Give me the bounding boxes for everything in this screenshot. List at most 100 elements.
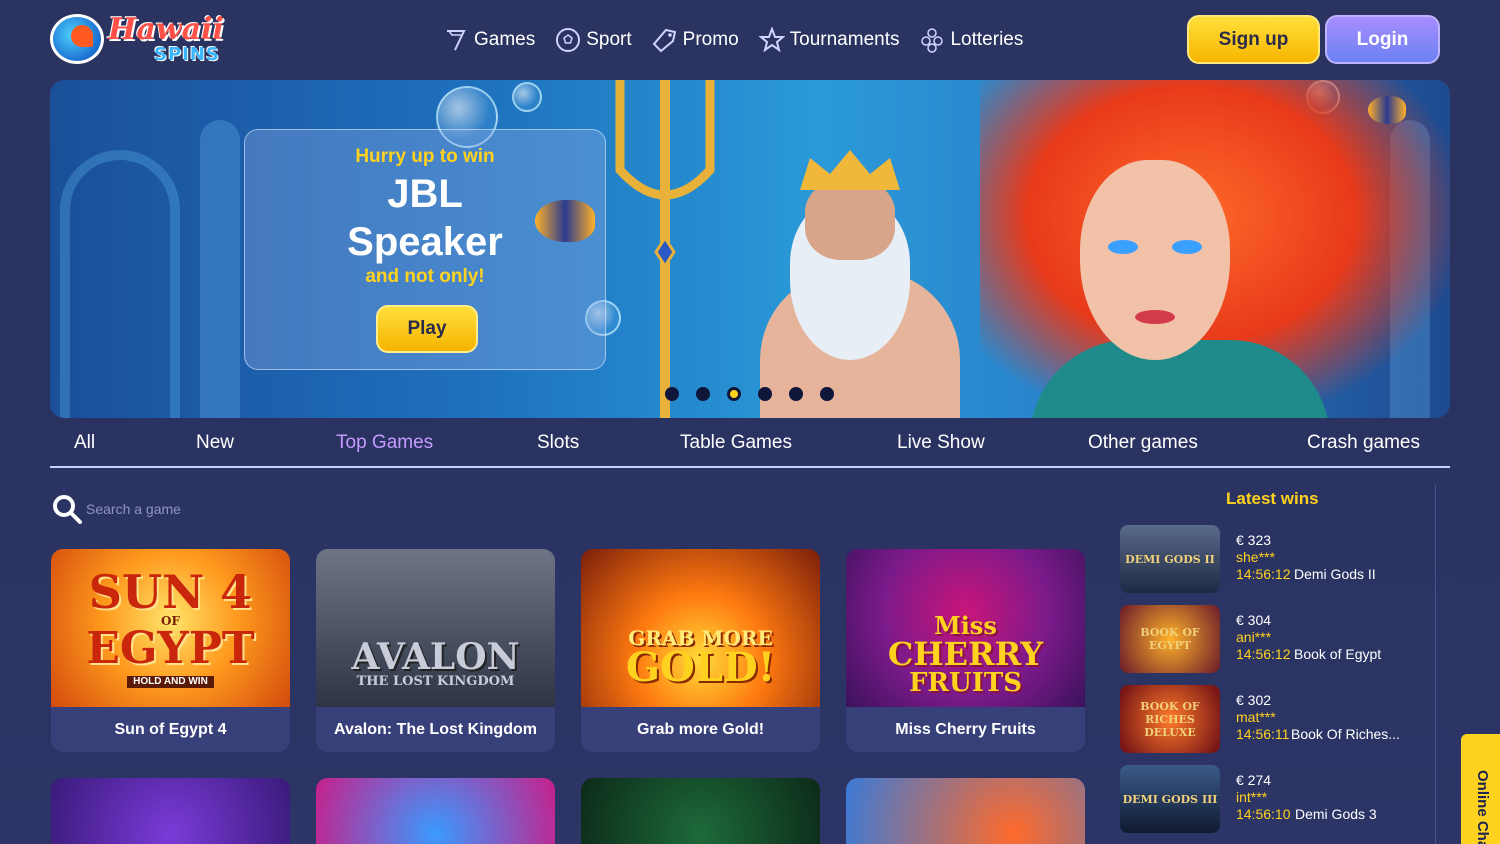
- game-art-miss-cherry-fruits: Miss CHERRY FRUITS: [887, 611, 1044, 698]
- search-icon[interactable]: [52, 494, 82, 524]
- poseidon-illustration: [730, 140, 970, 418]
- main-nav: Games Sport Promo Tournaments Lotteries: [443, 25, 1043, 55]
- nav-lotteries[interactable]: Lotteries: [919, 27, 1023, 53]
- nav-games[interactable]: Games: [443, 27, 535, 53]
- promo-banner[interactable]: Hurry up to win JBL Speaker and not only…: [50, 80, 1450, 418]
- mermaid-face-illustration: [1080, 160, 1230, 360]
- promo-subtitle: Hurry up to win: [355, 146, 495, 167]
- win-game-thumbnail: BOOK OF RICHES DELUXE: [1120, 685, 1220, 753]
- win-game-name: Book of Egypt: [1294, 646, 1382, 662]
- tab-new[interactable]: New: [196, 432, 234, 454]
- tab-crash-games[interactable]: Crash games: [1307, 432, 1420, 454]
- latest-win-item[interactable]: BOOK OF RICHES DELUXE € 302 mat*** 14:56…: [1120, 685, 1420, 753]
- game-thumbnail: GRAB MORE GOLD!: [581, 549, 820, 707]
- game-card[interactable]: AVALON THE LOST KINGDOM Avalon: The Lost…: [316, 549, 555, 752]
- win-amount: € 304: [1236, 612, 1272, 628]
- game-title: Grab more Gold!: [581, 707, 820, 752]
- promo-card: Hurry up to win JBL Speaker and not only…: [244, 129, 606, 370]
- win-amount: € 302: [1236, 692, 1272, 708]
- game-title: Avalon: The Lost Kingdom: [316, 707, 555, 752]
- tab-other-games[interactable]: Other games: [1088, 432, 1198, 454]
- win-time: 14:56:12: [1236, 646, 1291, 662]
- win-game-name: Book Of Riches...: [1291, 726, 1400, 742]
- game-card[interactable]: SUN 4 OF EGYPT HOLD AND WIN Sun of Egypt…: [51, 549, 290, 752]
- play-button[interactable]: Play: [376, 305, 478, 353]
- nav-sport[interactable]: Sport: [555, 27, 632, 53]
- signup-button[interactable]: Sign up: [1187, 15, 1320, 64]
- nav-promo[interactable]: Promo: [652, 27, 739, 53]
- nav-sport-label: Sport: [586, 29, 632, 50]
- tab-all[interactable]: All: [74, 432, 95, 454]
- search-input[interactable]: [86, 496, 486, 522]
- online-chat-button[interactable]: Online Chat: [1461, 734, 1500, 844]
- win-time: 14:56:12: [1236, 566, 1291, 582]
- slider-dot[interactable]: [789, 387, 803, 401]
- win-game-name: Demi Gods II: [1294, 566, 1376, 582]
- logo-text-spins: SPINS: [154, 44, 220, 65]
- win-user: ani***: [1236, 629, 1272, 645]
- win-game-thumbnail: DEMI GODS II: [1120, 525, 1220, 593]
- slider-dot[interactable]: [820, 387, 834, 401]
- category-tabs: All New Top Games Slots Table Games Live…: [50, 420, 1450, 468]
- parrot-logo-icon: [50, 14, 104, 64]
- login-button[interactable]: Login: [1325, 15, 1440, 64]
- slider-dots: [665, 387, 834, 401]
- slider-dot[interactable]: [665, 387, 679, 401]
- latest-wins-title: Latest wins: [1226, 489, 1319, 508]
- game-art-avalon: AVALON THE LOST KINGDOM: [351, 635, 520, 689]
- tab-slots[interactable]: Slots: [537, 432, 579, 454]
- nav-games-label: Games: [474, 29, 536, 50]
- slider-dot-active[interactable]: [727, 387, 741, 401]
- tab-table-games[interactable]: Table Games: [680, 432, 792, 454]
- latest-win-item[interactable]: DEMI GODS II € 323 she*** 14:56:12 Demi …: [1120, 525, 1420, 593]
- game-card[interactable]: [51, 778, 290, 844]
- win-user: mat***: [1236, 709, 1276, 725]
- tab-top-games[interactable]: Top Games: [336, 432, 433, 454]
- game-title: Miss Cherry Fruits: [846, 707, 1085, 752]
- fish-decoration: [1368, 96, 1406, 124]
- nav-promo-label: Promo: [682, 29, 739, 50]
- game-search: [50, 492, 550, 526]
- game-card[interactable]: [846, 778, 1085, 844]
- tag-icon: [652, 28, 676, 53]
- game-card[interactable]: Miss CHERRY FRUITS Miss Cherry Fruits: [846, 549, 1085, 752]
- win-user: she***: [1236, 549, 1275, 565]
- slider-dot[interactable]: [758, 387, 772, 401]
- game-art-sun-of-egypt: SUN 4 OF EGYPT HOLD AND WIN: [86, 564, 255, 688]
- win-amount: € 323: [1236, 532, 1272, 548]
- header: Hawaii SPINS Games Sport Promo Tournamen…: [0, 0, 1500, 80]
- win-time: 14:56:10: [1236, 806, 1291, 822]
- online-chat-label: Online Chat: [1474, 770, 1491, 844]
- game-card[interactable]: [316, 778, 555, 844]
- game-title: Sun of Egypt 4: [51, 707, 290, 752]
- fish-decoration: [535, 200, 595, 242]
- promo-note: and not only!: [365, 266, 485, 287]
- star-icon: [758, 27, 785, 53]
- game-art-grab-more-gold: GRAB MORE GOLD!: [625, 626, 776, 691]
- win-game-thumbnail: DEMI GODS III: [1120, 765, 1220, 833]
- divider: [1435, 485, 1436, 844]
- lottery-balls-icon: [921, 28, 944, 53]
- latest-win-item[interactable]: DEMI GODS III € 274 int*** 14:56:10 Demi…: [1120, 765, 1420, 833]
- nav-tournaments-label: Tournaments: [789, 29, 900, 50]
- tab-live-show[interactable]: Live Show: [897, 432, 985, 454]
- ruins-arch-decoration: [60, 150, 180, 418]
- win-time: 14:56:11: [1236, 726, 1290, 742]
- nav-lotteries-label: Lotteries: [950, 29, 1024, 50]
- win-game-thumbnail: BOOK OF EGYPT: [1120, 605, 1220, 673]
- site-logo[interactable]: Hawaii SPINS: [50, 12, 232, 68]
- slider-dot[interactable]: [696, 387, 710, 401]
- trident-illustration: [615, 80, 715, 418]
- game-card[interactable]: GRAB MORE GOLD! Grab more Gold!: [581, 549, 820, 752]
- game-card[interactable]: [581, 778, 820, 844]
- seven-icon: [447, 30, 466, 51]
- bubble-decoration: [512, 82, 542, 112]
- game-thumbnail: SUN 4 OF EGYPT HOLD AND WIN: [51, 549, 290, 707]
- soccer-ball-icon: [556, 28, 581, 52]
- latest-win-item[interactable]: BOOK OF EGYPT € 304 ani*** 14:56:12 Book…: [1120, 605, 1420, 673]
- ruins-column-decoration: [200, 120, 240, 418]
- nav-tournaments[interactable]: Tournaments: [758, 27, 900, 53]
- win-game-name: Demi Gods 3: [1295, 806, 1377, 822]
- win-amount: € 274: [1236, 772, 1272, 788]
- game-thumbnail: AVALON THE LOST KINGDOM: [316, 549, 555, 707]
